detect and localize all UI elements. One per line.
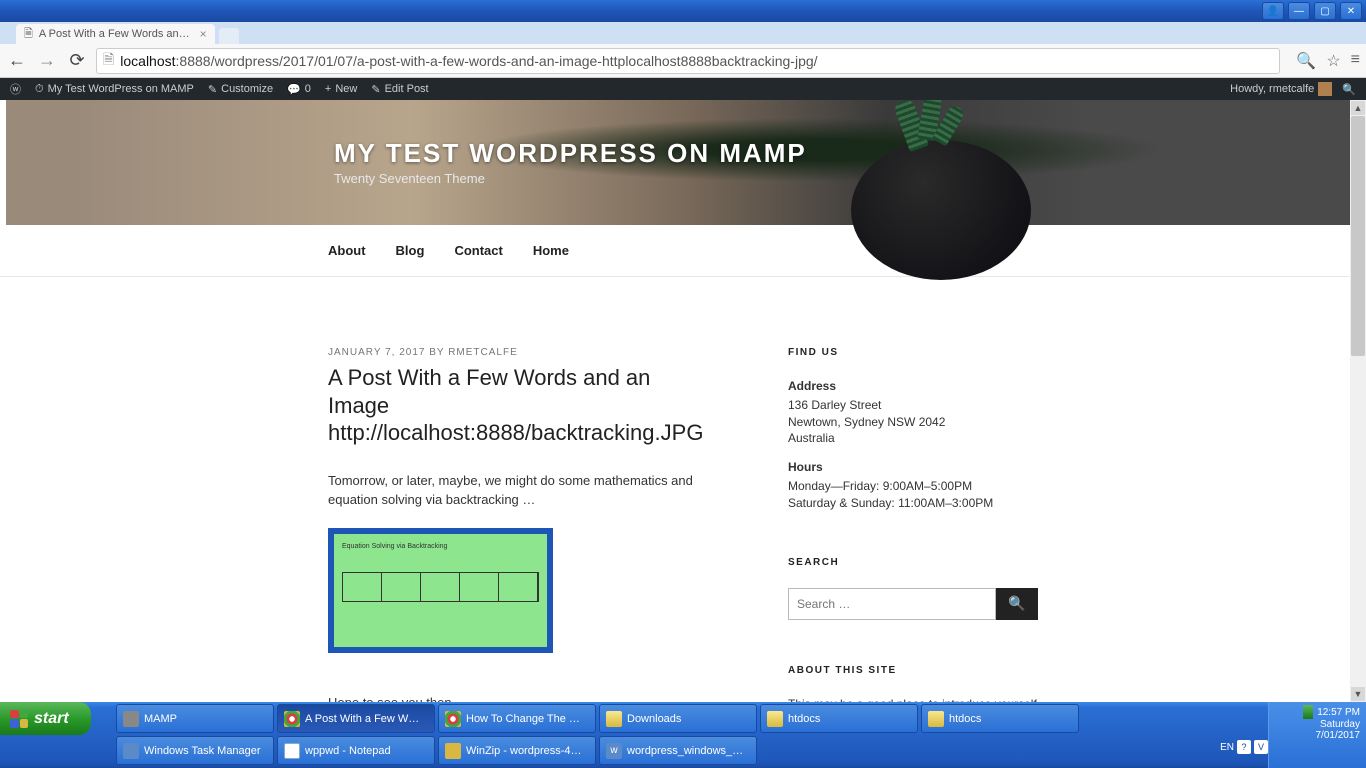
scroll-up-icon[interactable]: ▲ — [1351, 101, 1365, 115]
wp-logo[interactable]: ⓦ — [10, 81, 21, 97]
scroll-thumb[interactable] — [1351, 116, 1365, 356]
taskbar: start MAMP A Post With a Few W… How To C… — [0, 702, 1366, 768]
taskbtn-htdocs-2[interactable]: htdocs — [921, 704, 1079, 733]
search-icon: 🔍 — [1008, 595, 1025, 611]
taskbtn-wpwin[interactable]: wwordpress_windows_… — [599, 736, 757, 765]
wp-comments[interactable]: 💬0 — [287, 83, 311, 96]
wp-edit-post[interactable]: ✎Edit Post — [371, 83, 428, 96]
menu-icon[interactable]: ≡ — [1351, 51, 1360, 71]
post-paragraph: Hope to see you then. — [328, 693, 708, 703]
wp-new[interactable]: +New — [325, 83, 357, 95]
taskbtn-chrome-howto[interactable]: How To Change The … — [438, 704, 596, 733]
search-input[interactable] — [788, 588, 996, 620]
notepad-icon — [284, 743, 300, 759]
avatar — [1318, 82, 1332, 96]
nav-blog[interactable]: Blog — [396, 243, 425, 258]
nav-about[interactable]: About — [328, 243, 366, 258]
site-header: MY TEST WORDPRESS ON MAMP Twenty Sevente… — [6, 100, 1360, 225]
taskbtn-winzip[interactable]: WinZip - wordpress-4… — [438, 736, 596, 765]
taskbtn-downloads[interactable]: Downloads — [599, 704, 757, 733]
clock-time: 12:57 PM — [1317, 707, 1360, 718]
close-tab-icon[interactable]: × — [200, 27, 207, 41]
app-icon: w — [606, 743, 622, 759]
browser-tab[interactable]: 🗎 A Post With a Few Words an… × — [16, 24, 215, 44]
widget-heading: FIND US — [788, 347, 1038, 358]
folder-icon — [767, 711, 783, 727]
address-bar[interactable]: 🗎 localhost:8888/wordpress/2017/01/07/a-… — [96, 48, 1280, 74]
chrome-icon — [284, 711, 300, 727]
browser-toolbar: ← → ⟳ 🗎 localhost:8888/wordpress/2017/01… — [0, 44, 1366, 78]
post-title: A Post With a Few Words and an Image htt… — [328, 364, 708, 447]
system-tray[interactable]: 12:57 PM Saturday 7/01/2017 — [1268, 702, 1366, 768]
clock-date: 7/01/2017 — [1275, 730, 1360, 741]
windows-logo-icon — [10, 710, 28, 728]
battery-icon — [1303, 705, 1313, 719]
wp-site-link[interactable]: ⏱My Test WordPress on MAMP — [35, 83, 194, 96]
page-viewport: MY TEST WORDPRESS ON MAMP Twenty Sevente… — [0, 100, 1366, 702]
url-host: localhost — [120, 53, 175, 69]
bookmark-icon[interactable]: ☆ — [1326, 51, 1340, 71]
start-button[interactable]: start — [0, 702, 91, 735]
widget-heading: ABOUT THIS SITE — [788, 665, 1038, 676]
close-button[interactable]: ✕ — [1340, 2, 1362, 20]
search-icon[interactable]: 🔍 — [1342, 83, 1356, 96]
clock-day: Saturday — [1275, 719, 1360, 730]
user-switch-button[interactable]: 👤 — [1262, 2, 1284, 20]
winzip-icon — [445, 743, 461, 759]
folder-icon — [928, 711, 944, 727]
site-tagline: Twenty Seventeen Theme — [334, 171, 807, 186]
widget-search: SEARCH 🔍 — [788, 557, 1038, 620]
back-button[interactable]: ← — [6, 50, 28, 71]
forward-button[interactable]: → — [36, 50, 58, 71]
scroll-down-icon[interactable]: ▼ — [1351, 687, 1365, 701]
url-path: :8888/wordpress/2017/01/07/a-post-with-a… — [176, 53, 818, 69]
post-image[interactable]: Equation Solving via Backtracking — [328, 528, 553, 653]
zoom-icon[interactable]: 🔍 — [1296, 51, 1316, 71]
page-icon: 🗎 — [103, 49, 114, 73]
chrome-icon — [445, 711, 461, 727]
tray-lang[interactable]: EN — [1220, 742, 1234, 753]
site-nav: About Blog Contact Home — [0, 225, 1366, 277]
wp-customize[interactable]: ✎Customize — [208, 83, 273, 96]
page-icon: 🗎 — [24, 25, 33, 44]
browser-tabstrip: 🗎 A Post With a Few Words an… × — [0, 22, 1366, 44]
post-paragraph: Tomorrow, or later, maybe, we might do s… — [328, 471, 708, 510]
folder-icon — [606, 711, 622, 727]
new-tab-button[interactable] — [219, 28, 239, 44]
widget-about: ABOUT THIS SITE This may be a good place… — [788, 665, 1038, 702]
search-button[interactable]: 🔍 — [996, 588, 1038, 620]
minimize-button[interactable]: — — [1288, 2, 1310, 20]
tray-icon[interactable]: V — [1254, 740, 1268, 754]
wp-admin-bar: ⓦ ⏱My Test WordPress on MAMP ✎Customize … — [0, 78, 1366, 100]
post-author[interactable]: RMETCALFE — [448, 347, 518, 358]
site-title[interactable]: MY TEST WORDPRESS ON MAMP — [334, 138, 807, 169]
maximize-button[interactable]: ▢ — [1314, 2, 1336, 20]
taskbtn-mamp[interactable]: MAMP — [116, 704, 274, 733]
post: JANUARY 7, 2017 BY RMETCALFE A Post With… — [328, 347, 708, 702]
taskmgr-icon — [123, 743, 139, 759]
wp-howdy[interactable]: Howdy, rmetcalfe — [1230, 82, 1332, 96]
tray-icon[interactable]: ? — [1237, 740, 1251, 754]
widget-find-us: FIND US Address 136 Darley Street Newtow… — [788, 347, 1038, 512]
mamp-icon — [123, 711, 139, 727]
reload-button[interactable]: ⟳ — [66, 50, 88, 71]
taskbtn-notepad[interactable]: wppwd - Notepad — [277, 736, 435, 765]
taskbar-buttons: MAMP A Post With a Few W… How To Change … — [116, 704, 1079, 765]
widget-heading: SEARCH — [788, 557, 1038, 568]
window-titlebar: 👤 — ▢ ✕ — [0, 0, 1366, 22]
tab-title: A Post With a Few Words an… — [39, 28, 190, 40]
post-meta: JANUARY 7, 2017 BY RMETCALFE — [328, 347, 708, 358]
taskbtn-htdocs[interactable]: htdocs — [760, 704, 918, 733]
sidebar: FIND US Address 136 Darley Street Newtow… — [788, 347, 1038, 702]
scrollbar[interactable]: ▲ ▼ — [1350, 100, 1366, 702]
post-date[interactable]: JANUARY 7, 2017 — [328, 347, 425, 358]
tray-icons[interactable]: EN ? V — [1220, 740, 1268, 754]
nav-contact[interactable]: Contact — [454, 243, 502, 258]
nav-home[interactable]: Home — [533, 243, 569, 258]
taskbtn-chrome-post[interactable]: A Post With a Few W… — [277, 704, 435, 733]
taskbtn-taskmgr[interactable]: Windows Task Manager — [116, 736, 274, 765]
